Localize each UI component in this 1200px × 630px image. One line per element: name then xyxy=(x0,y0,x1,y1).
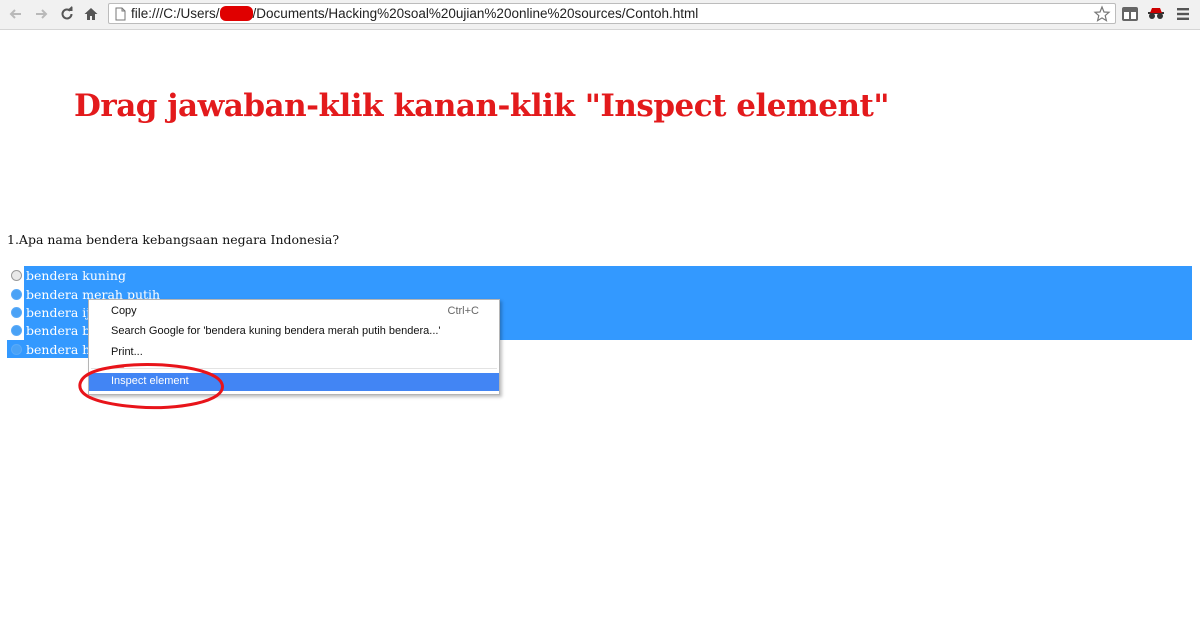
redacted-username: Gogo xyxy=(219,6,253,21)
page-icon xyxy=(115,7,126,21)
context-menu-inspect-element[interactable]: Inspect element xyxy=(89,373,499,391)
context-menu-separator xyxy=(91,368,497,369)
radio-button[interactable] xyxy=(11,289,22,300)
bookmark-star-icon[interactable] xyxy=(1093,5,1111,23)
extension-icon[interactable] xyxy=(1121,5,1139,23)
search-google-label: Search Google for 'bendera kuning bender… xyxy=(111,325,441,337)
home-icon xyxy=(84,8,98,20)
back-arrow-icon xyxy=(9,9,21,19)
page-heading: Drag jawaban-klik kanan-klik "Inspect el… xyxy=(74,88,890,124)
browser-toolbar: file:///C:/Users/Gogo/Documents/Hacking%… xyxy=(0,0,1200,30)
back-button[interactable] xyxy=(6,4,26,24)
address-bar[interactable]: file:///C:/Users/Gogo/Documents/Hacking%… xyxy=(108,3,1116,24)
context-menu: Copy Ctrl+C Search Google for 'bendera k… xyxy=(88,299,500,395)
url-text: file:///C:/Users/Gogo/Documents/Hacking%… xyxy=(131,6,699,21)
inspect-element-label: Inspect element xyxy=(111,375,189,387)
forward-button[interactable] xyxy=(31,4,51,24)
reload-icon xyxy=(61,6,73,20)
question-text: 1.Apa nama bendera kebangsaan negara Ind… xyxy=(7,232,340,247)
context-menu-copy[interactable]: Copy Ctrl+C xyxy=(89,303,499,321)
radio-button[interactable] xyxy=(11,270,22,281)
menu-icon[interactable] xyxy=(1174,5,1192,23)
answer-label: bendera kuning xyxy=(26,268,126,283)
context-menu-print[interactable]: Print... xyxy=(89,344,499,362)
context-menu-search-google[interactable]: Search Google for 'bendera kuning bender… xyxy=(89,323,499,341)
radio-button[interactable] xyxy=(11,307,22,318)
copy-label: Copy xyxy=(111,305,137,317)
home-button[interactable] xyxy=(81,4,101,24)
forward-arrow-icon xyxy=(36,9,48,19)
reload-button[interactable] xyxy=(57,4,77,24)
incognito-extension-icon[interactable] xyxy=(1147,5,1165,23)
answer-label: bendera ijo xyxy=(26,305,98,320)
print-label: Print... xyxy=(111,346,143,358)
copy-shortcut: Ctrl+C xyxy=(447,305,479,317)
radio-button[interactable] xyxy=(11,344,22,355)
radio-button[interactable] xyxy=(11,325,22,336)
